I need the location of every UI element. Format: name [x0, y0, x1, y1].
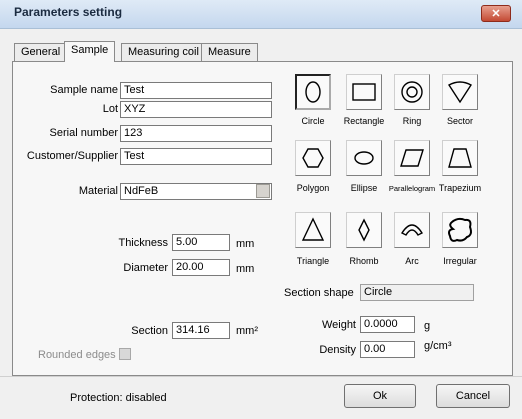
cancel-button[interactable]: Cancel	[436, 384, 510, 408]
trapezium-label: Trapezium	[438, 183, 482, 193]
triangle-shape-button[interactable]	[295, 212, 331, 248]
ellipse-shape-button[interactable]	[346, 140, 382, 176]
diameter-unit: mm	[236, 263, 255, 275]
sector-icon	[448, 81, 472, 104]
section-shape-label: Section shape	[284, 287, 354, 299]
sample-name-label: Sample name	[50, 84, 118, 96]
tab-measuring-coil[interactable]: Measuring coil	[121, 43, 206, 61]
rectangle-shape-button[interactable]	[346, 74, 382, 110]
window-title: Parameters setting	[14, 5, 123, 19]
arc-shape-button[interactable]	[394, 212, 430, 248]
tab-general[interactable]: General	[14, 43, 68, 61]
serial-number-field[interactable]: 123	[120, 125, 272, 142]
customer-supplier-field[interactable]: Test	[120, 148, 272, 165]
diameter-field[interactable]: 20.00	[172, 259, 230, 276]
polygon-icon	[302, 148, 324, 168]
sample-name-field[interactable]: Test	[120, 82, 272, 99]
close-icon: ✕	[491, 8, 501, 20]
tab-sample[interactable]: Sample	[64, 41, 116, 62]
weight-field[interactable]: 0.0000	[360, 316, 415, 333]
weight-label: Weight	[321, 319, 356, 331]
thickness-label: Thickness	[118, 237, 168, 249]
ring-icon	[401, 81, 423, 103]
title-bar[interactable]: Parameters setting ✕	[0, 0, 522, 29]
thickness-unit: mm	[236, 238, 255, 250]
rounded-edges-checkbox[interactable]	[119, 348, 131, 360]
circle-icon	[305, 81, 321, 103]
close-button[interactable]: ✕	[481, 5, 511, 22]
thickness-field[interactable]: 5.00	[172, 234, 230, 251]
rhomb-shape-button[interactable]	[346, 212, 382, 248]
irregular-icon	[448, 217, 472, 242]
trapezium-icon	[448, 148, 472, 168]
rhomb-icon	[358, 218, 370, 242]
irregular-label: Irregular	[443, 256, 477, 266]
section-label: Section	[131, 325, 168, 337]
density-label: Density	[319, 344, 356, 356]
protection-status: Protection: disabled	[70, 392, 167, 404]
rounded-edges-label: Rounded edges	[38, 349, 116, 361]
triangle-icon	[301, 217, 325, 241]
customer-supplier-label: Customer/Supplier	[26, 150, 118, 162]
diameter-label: Diameter	[123, 262, 168, 274]
sector-shape-button[interactable]	[442, 74, 478, 110]
arc-icon	[400, 224, 424, 236]
polygon-shape-button[interactable]	[295, 140, 331, 176]
trapezium-shape-button[interactable]	[442, 140, 478, 176]
sector-label: Sector	[446, 116, 473, 126]
parallelogram-shape-button[interactable]	[394, 140, 430, 176]
section-unit: mm²	[236, 325, 258, 337]
lot-field[interactable]: XYZ	[120, 101, 272, 118]
section-shape-field: Circle	[360, 284, 474, 301]
ok-button[interactable]: Ok	[344, 384, 416, 408]
rectangle-icon	[352, 83, 376, 101]
ellipse-icon	[354, 151, 374, 165]
parallelogram-icon	[400, 149, 424, 167]
material-value: NdFeB	[124, 185, 159, 197]
irregular-shape-button[interactable]	[442, 212, 478, 248]
ring-shape-button[interactable]	[394, 74, 430, 110]
footer-separator	[0, 376, 522, 377]
tab-measure[interactable]: Measure	[201, 43, 258, 61]
lot-label: Lot	[102, 103, 118, 115]
material-field[interactable]: NdFeB	[120, 183, 272, 200]
section-field[interactable]: 314.16	[172, 322, 230, 339]
circle-shape-button[interactable]	[295, 74, 331, 110]
serial-number-label: Serial number	[49, 127, 118, 139]
material-label: Material	[78, 185, 118, 197]
density-field[interactable]: 0.00	[360, 341, 415, 358]
density-unit: g/cm³	[424, 340, 452, 352]
material-dropdown-button[interactable]	[256, 184, 270, 198]
weight-unit: g	[424, 320, 431, 332]
